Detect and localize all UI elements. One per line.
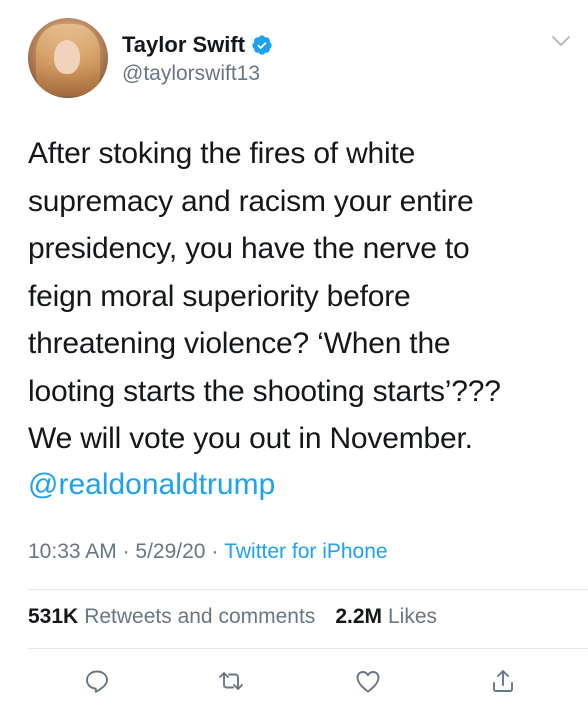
reply-button[interactable] — [80, 664, 114, 698]
retweets-count[interactable]: 531K — [28, 605, 78, 629]
chevron-down-icon[interactable] — [551, 34, 571, 48]
tweet-meta: 10:33 AM · 5/29/20 · Twitter for iPhone — [28, 540, 388, 564]
retweets-label[interactable]: Retweets and comments — [84, 605, 315, 629]
likes-count[interactable]: 2.2M — [335, 605, 382, 629]
stats-spacer — [321, 605, 329, 629]
tweet-time[interactable]: 10:33 AM — [28, 540, 117, 564]
retweet-button[interactable] — [214, 664, 248, 698]
tweet-source-link[interactable]: Twitter for iPhone — [224, 540, 387, 564]
like-button[interactable] — [351, 664, 385, 698]
action-bar — [0, 664, 588, 704]
like-icon — [356, 671, 380, 693]
verified-badge-icon — [251, 34, 273, 56]
meta-separator-dot: · — [211, 540, 219, 563]
author-handle[interactable]: @taylorswift13 — [122, 62, 260, 86]
likes-label[interactable]: Likes — [388, 605, 437, 629]
tweet-card: Taylor Swift @taylorswift13 After stokin… — [0, 0, 588, 713]
reply-icon — [86, 670, 108, 693]
share-button[interactable] — [486, 664, 520, 698]
retweet-icon — [219, 672, 243, 690]
author-display-name[interactable]: Taylor Swift — [122, 32, 245, 58]
divider — [28, 589, 588, 590]
divider — [28, 648, 588, 649]
tweet-stats: 531K Retweets and comments 2.2M Likes — [28, 605, 437, 629]
tweet-text: After stoking the fires of white suprema… — [28, 137, 501, 455]
author-name-row: Taylor Swift — [122, 30, 273, 60]
share-icon — [493, 670, 513, 692]
avatar[interactable] — [28, 18, 108, 98]
avatar-face — [54, 40, 80, 74]
meta-separator-dot: · — [122, 540, 130, 563]
tweet-date[interactable]: 5/29/20 — [135, 540, 205, 564]
mention-link[interactable]: @realdonaldtrump — [28, 461, 275, 509]
